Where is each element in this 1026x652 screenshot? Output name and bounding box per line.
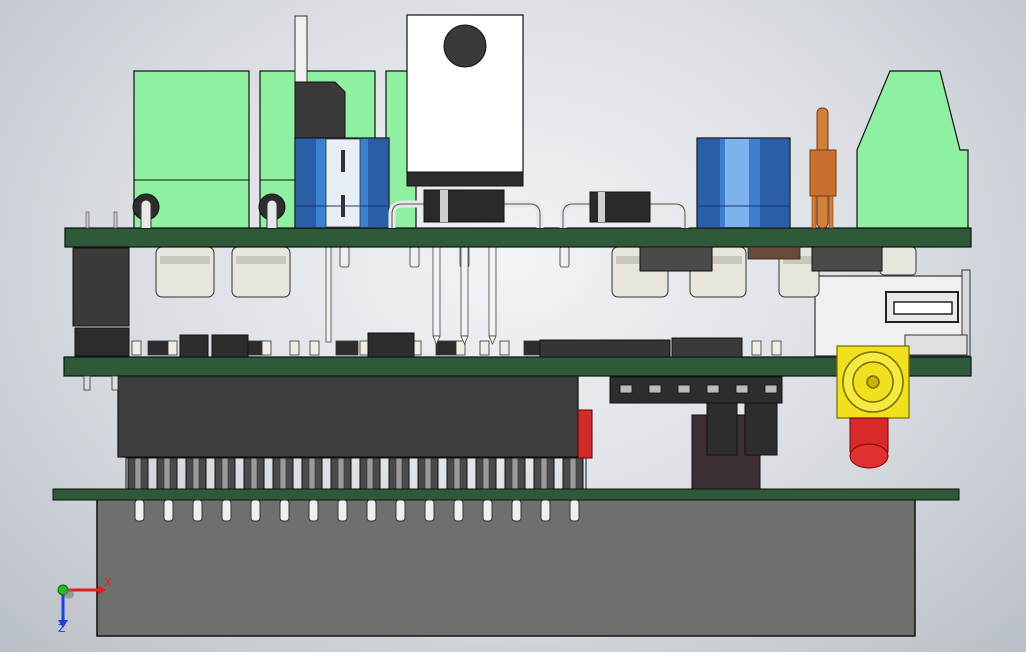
pin bbox=[540, 457, 548, 490]
cap-drum bbox=[879, 246, 917, 276]
smd-part bbox=[261, 340, 272, 356]
pin bbox=[366, 499, 377, 522]
pin bbox=[221, 499, 232, 522]
pin bbox=[424, 499, 435, 522]
pin bbox=[453, 457, 461, 490]
smd-part bbox=[131, 340, 142, 356]
pin bbox=[337, 499, 348, 522]
pin bbox=[482, 457, 490, 490]
pin bbox=[482, 499, 493, 522]
pin bbox=[424, 457, 432, 490]
cap-drum bbox=[231, 246, 291, 298]
cap-drum bbox=[155, 246, 215, 298]
smd-ic bbox=[539, 339, 671, 358]
cap-drum-band bbox=[160, 256, 210, 264]
module-pin-row bbox=[127, 457, 584, 490]
pin bbox=[134, 457, 142, 490]
rca-jack bbox=[836, 345, 910, 419]
pin bbox=[279, 499, 290, 522]
pin bbox=[339, 246, 350, 268]
pin bbox=[409, 246, 420, 268]
usb-connector bbox=[814, 269, 971, 357]
electrolytic-capacitor-2 bbox=[696, 137, 791, 229]
smd-part bbox=[435, 340, 459, 356]
header-pin bbox=[764, 384, 778, 394]
cad-viewport[interactable]: X Z bbox=[0, 0, 1026, 652]
standoff-drums bbox=[155, 246, 917, 298]
smd-part bbox=[499, 340, 510, 356]
pin bbox=[395, 499, 406, 522]
triad-z-label: Z bbox=[58, 622, 66, 635]
smd-ic bbox=[211, 334, 249, 358]
smd-part bbox=[147, 340, 171, 356]
header-pin bbox=[648, 384, 662, 394]
smd-part bbox=[771, 340, 782, 356]
inductor bbox=[809, 107, 837, 229]
bottom-pcb bbox=[52, 488, 960, 501]
voltage-regulator bbox=[406, 14, 524, 187]
smd-ic bbox=[179, 334, 209, 358]
pin bbox=[279, 457, 287, 490]
pin bbox=[337, 457, 345, 490]
terminal-block bbox=[856, 70, 969, 229]
diode-2 bbox=[559, 191, 689, 228]
pin bbox=[511, 499, 522, 522]
pin bbox=[163, 457, 171, 490]
pin bbox=[308, 457, 316, 490]
smd-components bbox=[131, 332, 782, 358]
smd-part bbox=[289, 340, 300, 356]
relay-1 bbox=[132, 70, 250, 229]
led bbox=[849, 417, 889, 469]
header-pin bbox=[735, 384, 749, 394]
switch-post bbox=[294, 15, 308, 87]
smd-ic bbox=[671, 337, 743, 358]
pin bbox=[192, 499, 203, 522]
pin bbox=[453, 499, 464, 522]
pin bbox=[221, 457, 229, 490]
pin bbox=[250, 457, 258, 490]
cap-drum-band bbox=[236, 256, 286, 264]
pin bbox=[192, 457, 200, 490]
pin-header bbox=[609, 376, 783, 404]
pin bbox=[308, 499, 319, 522]
smd-ic bbox=[367, 332, 415, 358]
pin bbox=[395, 457, 403, 490]
pin bbox=[511, 457, 519, 490]
top-pcb bbox=[64, 227, 972, 248]
module-block bbox=[117, 374, 579, 458]
pcb-assembly-scene[interactable]: X Z bbox=[0, 0, 1026, 652]
electrolytic-capacitor-1 bbox=[294, 137, 390, 229]
pin bbox=[569, 499, 580, 522]
pin bbox=[163, 499, 174, 522]
smd-part bbox=[167, 340, 178, 356]
middle-pcb bbox=[63, 356, 972, 377]
left-connector bbox=[72, 247, 130, 327]
pin bbox=[559, 246, 570, 268]
triad-x-label: X bbox=[104, 576, 112, 589]
header-pin bbox=[706, 384, 720, 394]
smd-part bbox=[335, 340, 359, 356]
smd-part bbox=[309, 340, 320, 356]
pin bbox=[134, 499, 145, 522]
pin bbox=[250, 499, 261, 522]
smd-part bbox=[455, 340, 466, 356]
enclosure-box bbox=[96, 497, 916, 637]
pin bbox=[366, 457, 374, 490]
pin bbox=[540, 499, 551, 522]
red-component bbox=[577, 409, 593, 459]
pin bbox=[569, 457, 577, 490]
smd-part bbox=[751, 340, 762, 356]
smd-part bbox=[479, 340, 490, 356]
header-pin bbox=[619, 384, 633, 394]
header-pin bbox=[677, 384, 691, 394]
